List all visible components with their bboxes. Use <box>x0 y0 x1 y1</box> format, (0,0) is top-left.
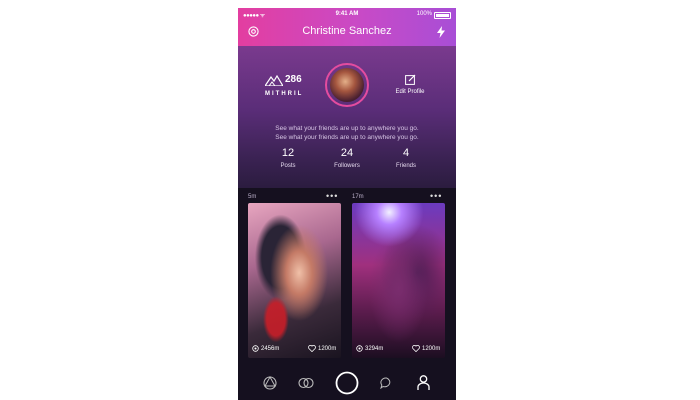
post-age: 5m <box>248 194 257 200</box>
edit-profile-button[interactable]: Edit Profile <box>388 74 432 95</box>
heart-icon <box>412 345 420 352</box>
stat-value: 4 <box>402 147 410 159</box>
camera-icon[interactable] <box>335 371 359 395</box>
avatar-image <box>330 68 364 102</box>
views-count: 2456m <box>261 345 280 352</box>
battery-icon <box>434 12 451 19</box>
likes-count: 1200m <box>422 345 441 352</box>
link-icon[interactable] <box>298 377 314 389</box>
tab-bar <box>238 366 456 400</box>
bio-line: See what your friends are up to anywhere… <box>275 125 419 132</box>
likes-count: 1200m <box>318 345 337 352</box>
page-title: Christine Sanchez <box>302 25 392 37</box>
edit-profile-label: Edit Profile <box>395 89 425 95</box>
post-likes[interactable]: 1200m <box>412 345 440 352</box>
rank-name: MITHRIL <box>265 91 304 97</box>
stat-value: 24 <box>340 147 354 159</box>
phone-screen: ●●●●● ᯤ 9:41 AM 100% Christine Sanchez 2… <box>238 8 456 400</box>
bio-text: See what your friends are up to anywhere… <box>238 124 456 142</box>
avatar[interactable] <box>325 63 369 107</box>
stat-label: Friends <box>395 163 416 169</box>
battery-percent: 100% <box>416 11 432 17</box>
flash-icon[interactable] <box>436 26 446 38</box>
more-options-button[interactable]: ••• <box>430 191 442 201</box>
edit-icon <box>404 74 415 85</box>
stat-followers[interactable]: 24 Followers <box>322 147 372 169</box>
rank-count: 286 <box>285 74 302 85</box>
post-feed: 5m ••• 17m ••• 2456m 1200m 3294m 1200m <box>238 188 456 366</box>
stat-posts[interactable]: 12 Posts <box>263 147 313 169</box>
top-bar: ●●●●● ᯤ 9:41 AM 100% Christine Sanchez <box>238 8 456 46</box>
eye-icon <box>356 345 363 352</box>
post-views: 3294m <box>356 345 383 352</box>
chat-icon[interactable] <box>380 377 393 389</box>
views-count: 3294m <box>365 345 384 352</box>
post-age: 17m <box>352 194 364 200</box>
profile-icon[interactable] <box>417 375 430 390</box>
post-views: 2456m <box>252 345 279 352</box>
ring-icon[interactable] <box>263 376 277 390</box>
post-card[interactable]: 3294m 1200m <box>352 203 445 358</box>
stat-friends[interactable]: 4 Friends <box>381 147 431 169</box>
status-bar: ●●●●● ᯤ 9:41 AM 100% <box>238 10 456 20</box>
bio-line: See what your friends are up to anywhere… <box>275 134 419 141</box>
more-options-button[interactable]: ••• <box>326 191 338 201</box>
post-likes[interactable]: 1200m <box>308 345 336 352</box>
profile-header: 286 MITHRIL Edit Profile See what your f… <box>238 46 456 188</box>
mountain-icon <box>265 75 283 86</box>
post-card[interactable]: 2456m 1200m <box>248 203 341 358</box>
stat-label: Followers <box>334 163 360 169</box>
eye-icon <box>252 345 259 352</box>
stat-value: 12 <box>281 147 295 159</box>
heart-icon <box>308 345 316 352</box>
stat-label: Posts <box>280 163 296 169</box>
